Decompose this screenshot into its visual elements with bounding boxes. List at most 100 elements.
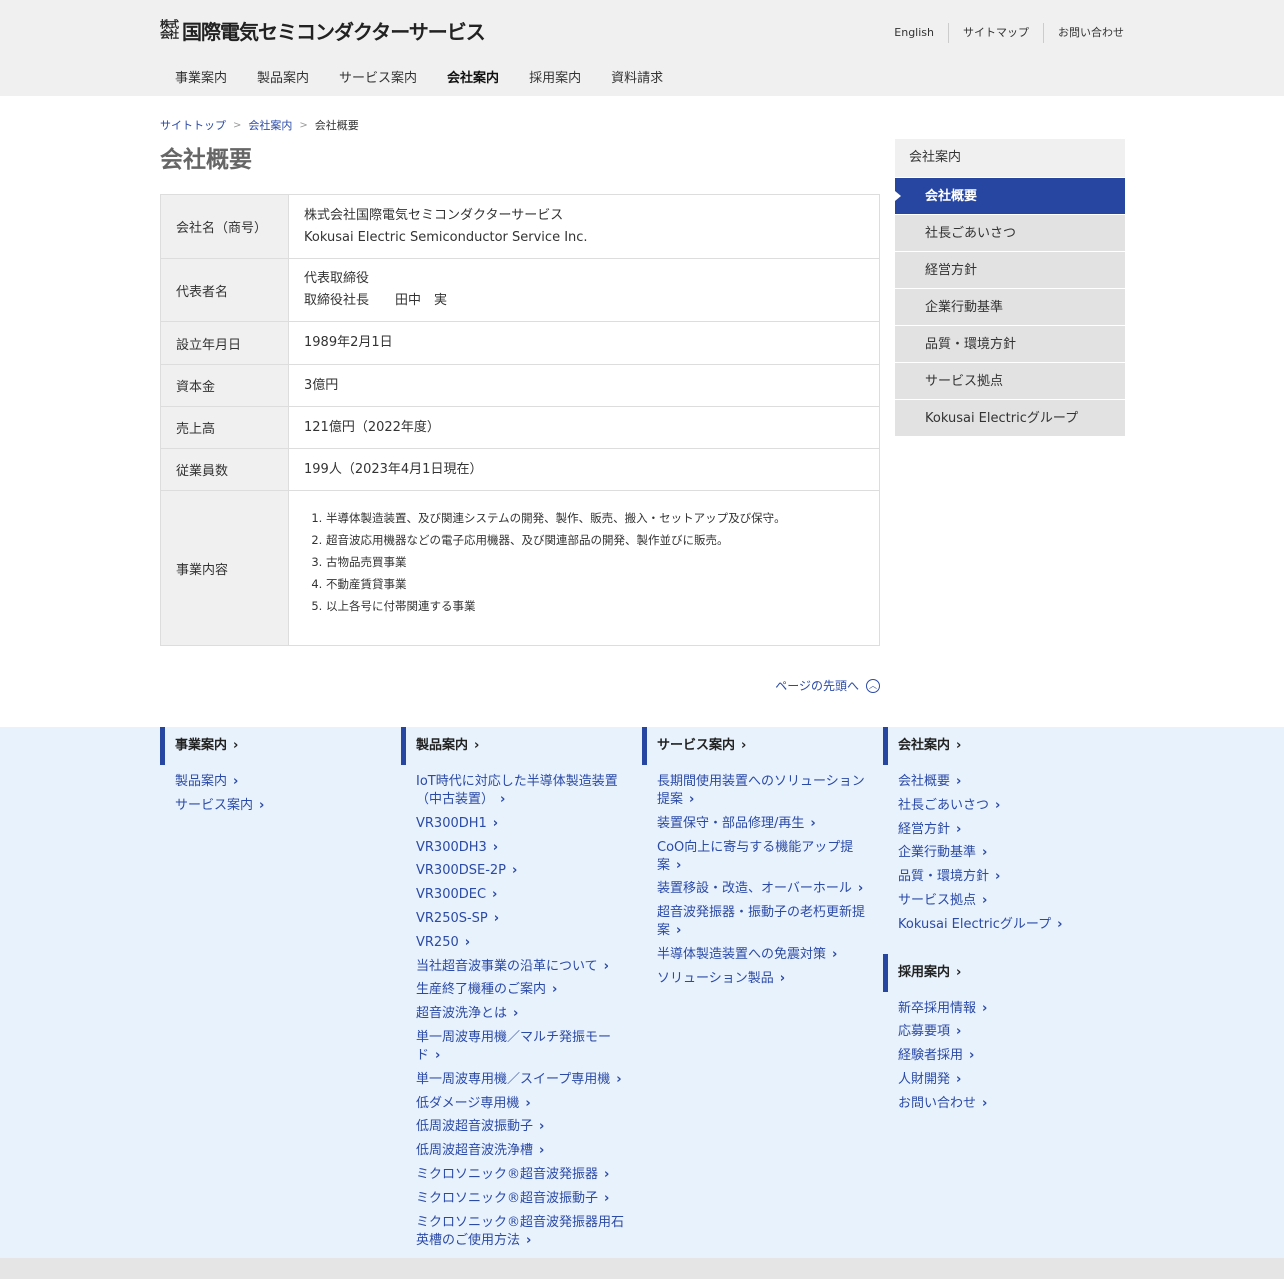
footer-link[interactable]: 長期間使用装置へのソリューション提案 <box>657 773 867 809</box>
footer-link[interactable]: 応募要項 <box>898 1023 1108 1041</box>
gnav-item-services[interactable]: サービス案内 <box>324 68 432 90</box>
row-label: 会社名（商号） <box>160 194 289 259</box>
side-nav-item-locations[interactable]: サービス拠点 <box>895 362 1125 399</box>
page-bottom-strip <box>0 1258 1284 1279</box>
row-value-line: 代表取締役 <box>304 271 370 286</box>
footer-link[interactable]: サービス案内 <box>175 797 385 815</box>
table-row: 会社名（商号） 株式会社国際電気セミコンダクターサービス Kokusai Ele… <box>160 194 880 259</box>
row-value-line: 株式会社国際電気セミコンダクターサービス <box>304 207 564 223</box>
list-item: 超音波応用機器などの電子応用機器、及び関連部品の開発、製作並びに販売。 <box>326 529 864 551</box>
breadcrumb-parent[interactable]: 会社案内 <box>248 117 292 133</box>
side-nav-item-overview[interactable]: 会社概要 <box>895 177 1125 214</box>
footer-link[interactable]: 経験者採用 <box>898 1047 1108 1065</box>
util-link-contact[interactable]: お問い合わせ <box>1043 23 1124 43</box>
footer-link[interactable]: 企業行動基準 <box>898 844 1108 862</box>
footer-link[interactable]: 会社概要 <box>898 773 1108 791</box>
footer-link[interactable]: 当社超音波事業の沿革について <box>416 958 626 976</box>
util-link-english[interactable]: English <box>880 23 948 43</box>
breadcrumb-home[interactable]: サイトトップ <box>160 117 226 133</box>
side-nav-item-group[interactable]: Kokusai Electricグループ <box>895 399 1125 436</box>
footer-link[interactable]: ミクロソニック®超音波発振器 <box>416 1166 626 1184</box>
footer-link[interactable]: お問い合わせ <box>898 1095 1108 1113</box>
list-item: 不動産賃貸事業 <box>326 573 864 595</box>
row-value-line: Kokusai Electric Semiconductor Service I… <box>304 229 588 245</box>
footer-link[interactable]: VR250S-SP <box>416 910 626 928</box>
side-nav-item-quality[interactable]: 品質・環境方針 <box>895 325 1125 362</box>
footer-head-products[interactable]: 製品案内 <box>401 727 626 765</box>
footer-link[interactable]: IoT時代に対応した半導体製造装置（中古装置） <box>416 773 626 809</box>
footer-link[interactable]: 人財開発 <box>898 1071 1108 1089</box>
footer-link[interactable]: ミクロソニック®超音波振動子 <box>416 1190 626 1208</box>
footer-link[interactable]: 品質・環境方針 <box>898 868 1108 886</box>
footer-link[interactable]: Kokusai Electricグループ <box>898 916 1108 934</box>
footer-link[interactable]: VR300DH1 <box>416 815 626 833</box>
table-row: 設立年月日 1989年2月1日 <box>160 321 880 365</box>
gnav-item-company[interactable]: 会社案内 <box>432 68 514 90</box>
footer-link[interactable]: 低周波超音波振動子 <box>416 1118 626 1136</box>
footer-link[interactable]: 生産終了機種のご案内 <box>416 981 626 999</box>
list-item: 半導体製造装置、及び関連システムの開発、製作、販売、搬入・セットアップ及び保守。 <box>326 507 864 529</box>
gnav-item-recruit[interactable]: 採用案内 <box>514 68 596 90</box>
footer-link[interactable]: VR300DSE-2P <box>416 862 626 880</box>
footer-link[interactable]: 経営方針 <box>898 821 1108 839</box>
footer-link-list: IoT時代に対応した半導体製造装置（中古装置） VR300DH1 VR300DH… <box>401 765 626 1269</box>
logo-kabushiki: 株式会社 <box>160 19 179 41</box>
footer-link[interactable]: VR250 <box>416 934 626 952</box>
breadcrumb-separator: > <box>233 119 242 131</box>
footer-link[interactable]: サービス拠点 <box>898 892 1108 910</box>
gnav-item-products[interactable]: 製品案内 <box>242 68 324 90</box>
footer-link-list: 長期間使用装置へのソリューション提案 装置保守・部品修理/再生 CoO向上に寄与… <box>642 765 867 1008</box>
gnav-item-request-docs[interactable]: 資料請求 <box>596 68 678 90</box>
footer-link[interactable]: 半導体製造装置への免震対策 <box>657 946 867 964</box>
footer-link[interactable]: VR300DH3 <box>416 839 626 857</box>
footer-head-services[interactable]: サービス案内 <box>642 727 867 765</box>
footer-link[interactable]: 単一周波専用機／マルチ発振モード <box>416 1029 626 1065</box>
business-list: 半導体製造装置、及び関連システムの開発、製作、販売、搬入・セットアップ及び保守。… <box>304 507 864 617</box>
breadcrumb-current: 会社概要 <box>314 119 359 132</box>
side-nav: 会社案内 会社概要 社長ごあいさつ 経営方針 企業行動基準 品質・環境方針 サー… <box>895 139 1125 436</box>
site-logo[interactable]: 株式会社 国際電気セミコンダクターサービス <box>160 16 486 45</box>
breadcrumb: サイトトップ > 会社案内 > 会社概要 <box>160 117 359 133</box>
breadcrumb-separator: > <box>299 119 308 131</box>
footer-link[interactable]: ソリューション製品 <box>657 970 867 988</box>
footer-link[interactable]: 低周波超音波洗浄槽 <box>416 1142 626 1160</box>
row-value: 1989年2月1日 <box>288 321 880 365</box>
footer-link[interactable]: 装置保守・部品修理/再生 <box>657 815 867 833</box>
footer-link[interactable]: 装置移設・改造、オーバーホール <box>657 880 867 898</box>
row-value: 半導体製造装置、及び関連システムの開発、製作、販売、搬入・セットアップ及び保守。… <box>288 490 880 646</box>
side-nav-item-conduct[interactable]: 企業行動基準 <box>895 288 1125 325</box>
footer-link[interactable]: ミクロソニック®超音波発振器用石英槽のご使用方法 <box>416 1214 626 1250</box>
footer-link-list: 製品案内 サービス案内 <box>160 765 385 835</box>
util-link-sitemap[interactable]: サイトマップ <box>948 23 1043 43</box>
footer-head-company[interactable]: 会社案内 <box>883 727 1108 765</box>
global-nav: 事業案内 製品案内 サービス案内 会社案内 採用案内 資料請求 <box>160 68 678 90</box>
footer-link-list: 新卒採用情報 応募要項 経験者採用 人財開発 お問い合わせ <box>883 992 1108 1133</box>
footer-link[interactable]: 単一周波専用機／スイープ専用機 <box>416 1071 626 1089</box>
footer-link[interactable]: 製品案内 <box>175 773 385 791</box>
footer-link[interactable]: 超音波洗浄とは <box>416 1005 626 1023</box>
footer-link[interactable]: 新卒採用情報 <box>898 1000 1108 1018</box>
table-row: 売上高 121億円（2022年度） <box>160 406 880 449</box>
side-nav-item-policy[interactable]: 経営方針 <box>895 251 1125 288</box>
company-info-table: 会社名（商号） 株式会社国際電気セミコンダクターサービス Kokusai Ele… <box>160 194 880 646</box>
row-label: 代表者名 <box>160 258 289 322</box>
gnav-item-business[interactable]: 事業案内 <box>160 68 242 90</box>
row-label: 資本金 <box>160 364 289 407</box>
footer-link[interactable]: CoO向上に寄与する機能アップ提案 <box>657 839 867 875</box>
footer-link[interactable]: 社長ごあいさつ <box>898 797 1108 815</box>
footer-link[interactable]: VR300DEC <box>416 886 626 904</box>
footer-link-list: 会社概要 社長ごあいさつ 経営方針 企業行動基準 品質・環境方針 サービス拠点 … <box>883 765 1108 954</box>
footer-link[interactable]: 低ダメージ専用機 <box>416 1095 626 1113</box>
back-to-top-link[interactable]: ページの先頭へ ︿ <box>775 677 880 694</box>
row-value: 代表取締役 取締役社長 田中 実 <box>288 258 880 322</box>
list-item: 以上各号に付帯関連する事業 <box>326 595 864 617</box>
footer-head-business[interactable]: 事業案内 <box>160 727 385 765</box>
footer-head-recruit[interactable]: 採用案内 <box>883 953 1108 992</box>
side-nav-head[interactable]: 会社案内 <box>895 139 1125 177</box>
footer-link[interactable]: 超音波発振器・振動子の老朽更新提案 <box>657 904 867 940</box>
row-label: 売上高 <box>160 406 289 449</box>
row-value: 199人（2023年4月1日現在） <box>288 448 880 491</box>
side-nav-item-greeting[interactable]: 社長ごあいさつ <box>895 214 1125 251</box>
utility-links: English サイトマップ お問い合わせ <box>880 23 1124 43</box>
table-row: 代表者名 代表取締役 取締役社長 田中 実 <box>160 258 880 322</box>
